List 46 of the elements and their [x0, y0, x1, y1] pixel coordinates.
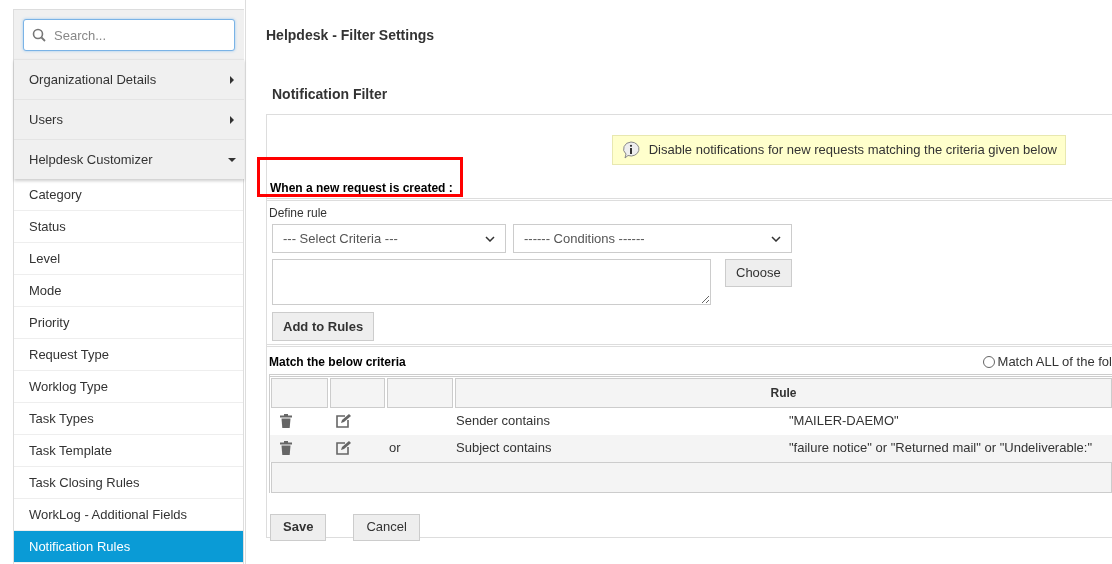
trash-icon[interactable]	[280, 414, 292, 428]
page-title: Helpdesk - Filter Settings	[266, 26, 436, 45]
table-cell: "failure notice" or "Returned mail" or "Undeliverable:"	[789, 440, 1092, 456]
sidebar-group[interactable]: Organizational Details	[14, 59, 244, 99]
search-icon	[32, 28, 46, 42]
edit-icon[interactable]	[336, 414, 351, 428]
caret-right-icon	[228, 115, 236, 124]
table-cell: Sender contains	[456, 413, 550, 429]
section-heading: When a new request is created :	[269, 180, 454, 197]
sidebar-item[interactable]: Task Types	[14, 403, 243, 435]
search-field[interactable]: Search...	[23, 19, 235, 51]
column-header: Rule	[455, 377, 1112, 408]
sidebar-item[interactable]: Worklog Type	[14, 371, 243, 403]
chevron-down-icon	[771, 235, 781, 242]
sidebar-item[interactable]: Task Closing Rules	[14, 467, 243, 499]
criteria-label: Match the below criteria	[269, 353, 406, 371]
sidebar-item[interactable]: Priority	[14, 307, 243, 339]
sidebar-item[interactable]: Category	[14, 179, 243, 211]
sidebar-item[interactable]: Mode	[14, 275, 243, 307]
sidebar-item[interactable]: Status	[14, 211, 243, 243]
section-title: Notification Filter	[272, 85, 389, 104]
info-icon	[620, 141, 641, 159]
conditions-dropdown[interactable]: ------ Conditions ------	[513, 224, 792, 253]
criteria-dropdown[interactable]: --- Select Criteria ---	[272, 224, 506, 253]
cancel-button[interactable]: Cancel	[353, 513, 420, 541]
sidebar-item[interactable]: Request Type	[14, 339, 243, 371]
caret-right-icon	[228, 75, 236, 84]
trash-icon[interactable]	[280, 441, 292, 455]
choose-button[interactable]: Choose	[725, 259, 792, 287]
value-input[interactable]	[272, 259, 711, 305]
table-cell: Subject contains	[456, 440, 552, 456]
sidebar-item[interactable]: Level	[14, 243, 243, 275]
table-cell: "MAILER-DAEMO"	[789, 413, 899, 429]
save-button[interactable]: Save	[270, 513, 327, 541]
sidebar-group[interactable]: Users	[14, 99, 244, 139]
match-all-radio[interactable]: Match ALL of the fol	[982, 352, 1112, 372]
field-label: Define rule	[269, 205, 329, 219]
info-text: Disable notifications for new requests matching the criteria given below	[648, 141, 1057, 160]
chevron-down-icon	[485, 235, 495, 242]
caret-down-icon	[228, 155, 236, 164]
column-header	[387, 377, 453, 408]
add-to-rules-button[interactable]: Add to Rules	[272, 312, 375, 341]
column-header	[330, 377, 385, 408]
sidebar-item[interactable]: Task Template	[14, 435, 243, 467]
edit-icon[interactable]	[336, 441, 351, 455]
table-cell: or	[389, 440, 401, 456]
